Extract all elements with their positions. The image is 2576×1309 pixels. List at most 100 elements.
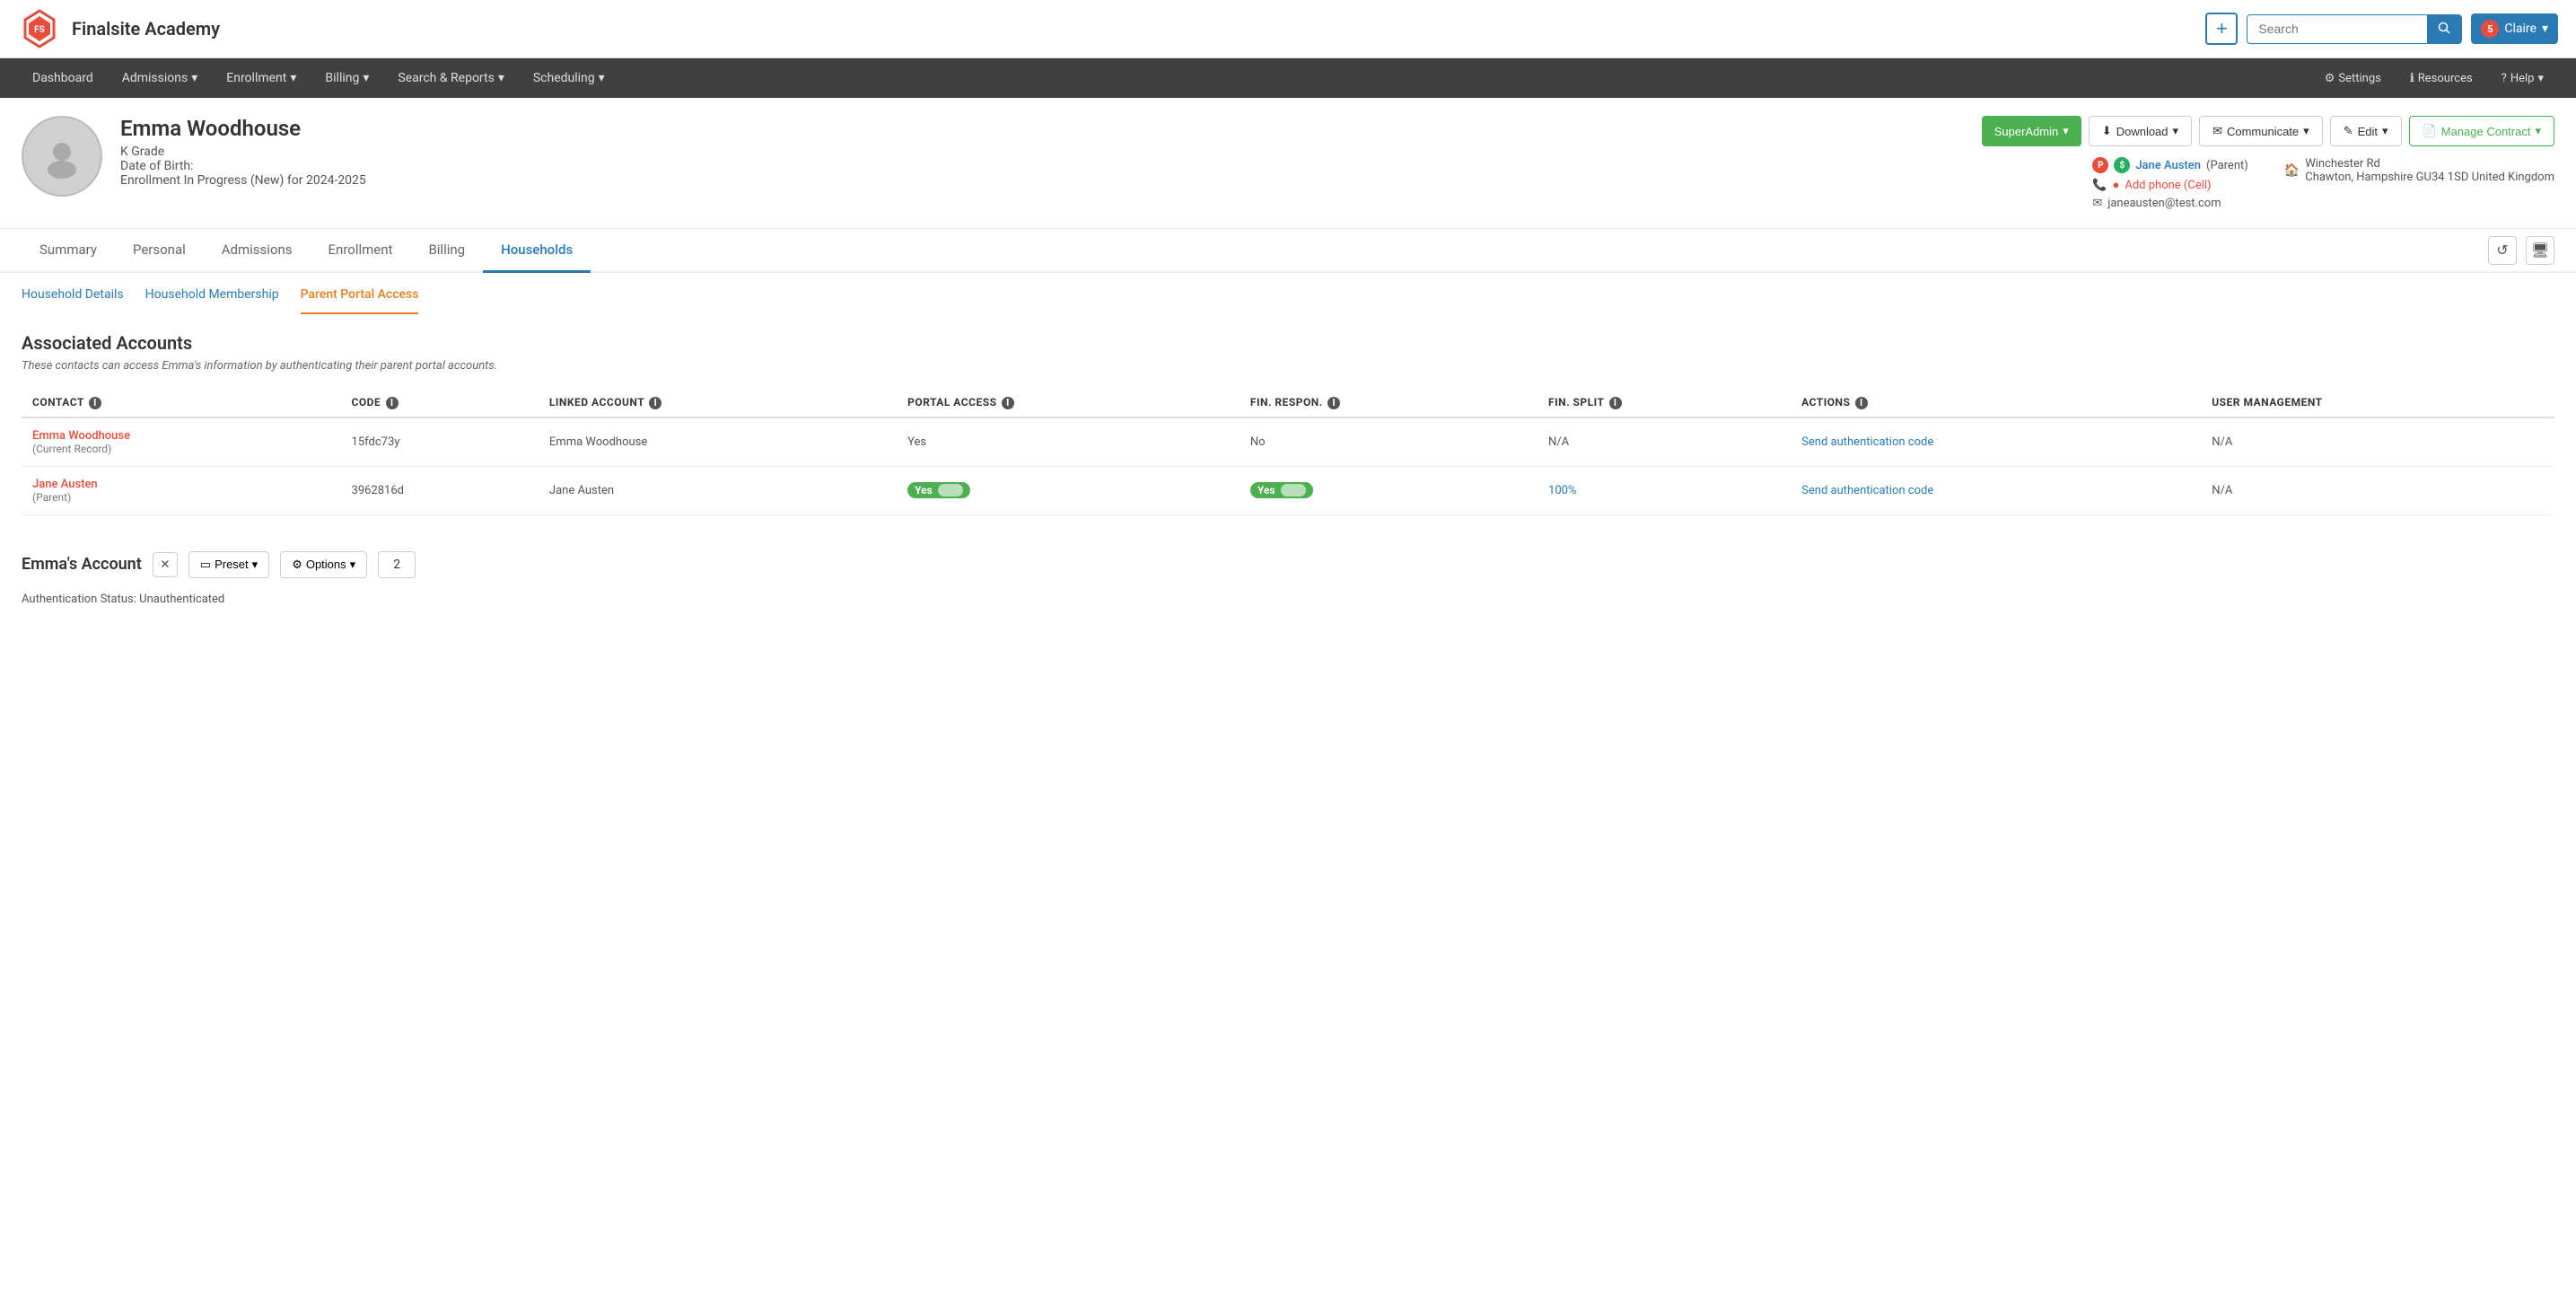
- nav-item-resources[interactable]: ℹ Resources: [2396, 59, 2487, 98]
- download-button[interactable]: ⬇ Download ▾: [2089, 116, 2192, 146]
- phone-icon: 📞: [2092, 179, 2107, 192]
- fin-respon-toggle-pill: [1281, 484, 1306, 496]
- nav-item-scheduling[interactable]: Scheduling ▾: [519, 58, 619, 98]
- fin-respon-toggle-jane[interactable]: Yes: [1250, 482, 1313, 498]
- tab-billing[interactable]: Billing: [410, 229, 483, 273]
- scheduling-chevron-icon: ▾: [599, 71, 605, 85]
- profile-area: Emma Woodhouse K Grade Date of Birth: En…: [0, 98, 2576, 229]
- jane-austen-sub: (Parent): [32, 491, 330, 504]
- profile-name: Emma Woodhouse: [120, 116, 1964, 141]
- close-button[interactable]: ✕: [153, 552, 178, 577]
- preset-button[interactable]: ▭ Preset ▾: [188, 551, 269, 578]
- fin-split-info-icon[interactable]: i: [1609, 397, 1622, 409]
- table-header-row: CONTACT i CODE i LINKED ACCOUNT i PORTAL…: [22, 389, 2554, 417]
- sub-tab-parent-portal-access[interactable]: Parent Portal Access: [301, 287, 419, 314]
- associated-accounts-section: Associated Accounts These contacts can a…: [0, 314, 2576, 533]
- search-submit-button[interactable]: [2427, 15, 2461, 43]
- super-admin-button[interactable]: SuperAdmin ▾: [1982, 116, 2081, 146]
- nav-item-search-reports[interactable]: Search & Reports ▾: [383, 58, 518, 98]
- search-reports-chevron-icon: ▾: [498, 71, 504, 85]
- actions-info-icon[interactable]: i: [1855, 397, 1868, 409]
- tab-summary[interactable]: Summary: [22, 229, 115, 273]
- sub-tab-household-details[interactable]: Household Details: [22, 287, 124, 314]
- contact-email-row: ✉ janeausten@test.com: [2092, 197, 2247, 210]
- parent-s-icon: $: [2114, 157, 2130, 173]
- options-button[interactable]: ⚙ Options ▾: [280, 551, 367, 578]
- contact-parent-row: P $ Jane Austen (Parent): [2092, 157, 2247, 173]
- emmas-account-header: Emma's Account ✕ ▭ Preset ▾ ⚙ Options ▾ …: [22, 551, 2554, 578]
- manage-contract-chevron-icon: ▾: [2535, 124, 2541, 138]
- add-button[interactable]: +: [2205, 13, 2238, 45]
- cell-user-mgmt-emma: N/A: [2201, 417, 2554, 467]
- send-auth-jane-link[interactable]: Send authentication code: [1801, 484, 1933, 497]
- cell-actions-jane: Send authentication code: [1791, 466, 2201, 514]
- tab-enrollment[interactable]: Enrollment: [311, 229, 411, 273]
- profile-actions: SuperAdmin ▾ ⬇ Download ▾ ✉ Communicate …: [1982, 116, 2554, 210]
- user-name: Claire: [2504, 22, 2537, 36]
- sub-tabs: Household Details Household Membership P…: [0, 273, 2576, 314]
- tabs-left: Summary Personal Admissions Enrollment B…: [22, 229, 591, 271]
- tab-admissions[interactable]: Admissions: [204, 229, 311, 273]
- jane-austen-link[interactable]: Jane Austen: [32, 478, 98, 491]
- billing-chevron-icon: ▾: [363, 71, 369, 85]
- sub-tab-household-membership[interactable]: Household Membership: [145, 287, 279, 314]
- help-icon: ?: [2502, 72, 2507, 85]
- avatar-icon: [39, 134, 84, 179]
- table-row: Jane Austen (Parent) 3962816d Jane Auste…: [22, 466, 2554, 514]
- top-right: + 5 Claire ▾: [2205, 13, 2558, 45]
- user-dropdown-icon: ▾: [2542, 22, 2548, 36]
- home-icon: 🏠: [2284, 163, 2300, 178]
- fin-respon-info-icon[interactable]: i: [1327, 397, 1340, 409]
- communicate-button[interactable]: ✉ Communicate ▾: [2199, 116, 2323, 146]
- nav-item-settings[interactable]: ⚙ Settings: [2310, 59, 2396, 98]
- nav-item-enrollment[interactable]: Enrollment ▾: [212, 58, 311, 98]
- cell-code-jane: 3962816d: [341, 466, 539, 514]
- profile-status: Enrollment In Progress (New) for 2024-20…: [120, 173, 1964, 188]
- parent-p-icon: P: [2092, 157, 2108, 173]
- admissions-chevron-icon: ▾: [191, 71, 197, 85]
- user-menu-button[interactable]: 5 Claire ▾: [2471, 13, 2558, 44]
- nav-item-billing[interactable]: Billing ▾: [311, 58, 383, 98]
- fin-split-jane-link[interactable]: 100%: [1548, 484, 1576, 497]
- add-phone-link[interactable]: Add phone (Cell): [2125, 179, 2211, 192]
- contact-email: janeausten@test.com: [2107, 197, 2221, 210]
- preset-chevron-icon: ▾: [252, 558, 258, 572]
- contact-info-icon[interactable]: i: [89, 397, 101, 409]
- col-header-actions: ACTIONS i: [1791, 389, 2201, 417]
- history-button[interactable]: ↺: [2488, 236, 2517, 265]
- associated-accounts-desc: These contacts can access Emma's informa…: [22, 359, 2554, 373]
- cell-user-mgmt-jane: N/A: [2201, 466, 2554, 514]
- send-auth-emma-link[interactable]: Send authentication code: [1801, 435, 1933, 449]
- communicate-icon: ✉: [2212, 124, 2222, 138]
- options-chevron-icon: ▾: [350, 558, 356, 572]
- contact-col-left: P $ Jane Austen (Parent) 📞 ● Add phone (…: [2092, 157, 2247, 210]
- enrollment-chevron-icon: ▾: [290, 71, 296, 85]
- code-info-icon[interactable]: i: [386, 397, 399, 409]
- search-input[interactable]: [2247, 15, 2427, 42]
- nav-item-help[interactable]: ? Help ▾: [2487, 59, 2558, 98]
- edit-button[interactable]: ✎ Edit ▾: [2330, 116, 2402, 146]
- tab-households[interactable]: Households: [483, 229, 591, 273]
- tab-personal[interactable]: Personal: [115, 229, 204, 273]
- portal-access-info-icon[interactable]: i: [1002, 397, 1014, 409]
- top-bar: FS Finalsite Academy + 5 Claire ▾: [0, 0, 2576, 58]
- portal-access-toggle-jane[interactable]: Yes: [907, 482, 970, 498]
- search-box: [2247, 14, 2462, 44]
- cell-linked-emma: Emma Woodhouse: [539, 417, 897, 467]
- cell-contact-jane: Jane Austen (Parent): [22, 466, 341, 514]
- linked-account-info-icon[interactable]: i: [649, 397, 662, 409]
- contact-address-row: 🏠 Winchester Rd Chawton, Hampshire GU34 …: [2284, 157, 2554, 184]
- col-header-contact: CONTACT i: [22, 389, 341, 417]
- count-box: 2: [378, 551, 416, 578]
- contact-parent-link[interactable]: Jane Austen: [2135, 159, 2201, 172]
- avatar: [22, 116, 102, 197]
- manage-contract-button[interactable]: 📄 Manage Contract ▾: [2409, 116, 2554, 146]
- display-button[interactable]: 🖥: [2526, 236, 2554, 265]
- profile-info: Emma Woodhouse K Grade Date of Birth: En…: [120, 116, 1964, 188]
- contact-address-line1: Winchester Rd: [2305, 157, 2554, 171]
- nav-item-admissions[interactable]: Admissions ▾: [108, 58, 213, 98]
- nav-item-dashboard[interactable]: Dashboard: [18, 58, 108, 98]
- col-header-portal-access: PORTAL ACCESS i: [897, 389, 1240, 417]
- auth-status-value: Unauthenticated: [139, 593, 224, 606]
- emma-woodhouse-link[interactable]: Emma Woodhouse: [32, 429, 130, 443]
